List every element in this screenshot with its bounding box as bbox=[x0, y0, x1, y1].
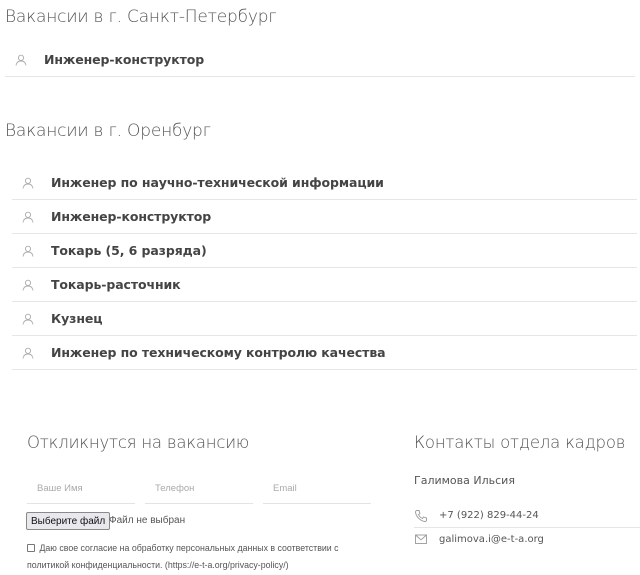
user-icon bbox=[15, 54, 27, 66]
vacancy-item[interactable]: Инженер-конструктор bbox=[12, 200, 637, 234]
section-title-orenburg: Вакансии в г. Оренбург bbox=[5, 121, 211, 141]
contact-email[interactable]: galimova.i@e-t-a.org bbox=[439, 534, 544, 545]
vacancy-label: Инженер по научно-технической информации bbox=[51, 175, 384, 190]
contact-phone[interactable]: +7 (922) 829-44-24 bbox=[439, 510, 539, 521]
vacancy-label: Инженер-конструктор bbox=[51, 209, 212, 224]
file-status: Файл не выбран bbox=[109, 515, 186, 526]
vacancy-item[interactable]: Инженер по техническому контролю качеств… bbox=[12, 336, 637, 370]
vacancy-label: Токарь-расточник bbox=[51, 277, 181, 292]
user-icon bbox=[22, 279, 34, 291]
vacancy-label: Токарь (5, 6 разряда) bbox=[51, 243, 207, 258]
consent-text: Даю свое согласие на обработку персональ… bbox=[27, 543, 339, 570]
phone-icon bbox=[414, 509, 427, 522]
vacancy-item[interactable]: Токарь-расточник bbox=[12, 268, 637, 302]
consent-checkbox[interactable] bbox=[27, 544, 35, 552]
vacancy-label: Инженер по техническому контролю качеств… bbox=[51, 345, 386, 360]
email-input[interactable] bbox=[263, 474, 371, 504]
vacancy-label: Кузнец bbox=[51, 311, 103, 326]
contact-phone-row: +7 (922) 829-44-24 bbox=[414, 504, 640, 528]
user-icon bbox=[22, 347, 34, 359]
name-input[interactable] bbox=[27, 474, 135, 504]
contact-name: Галимова Ильсия bbox=[414, 474, 515, 487]
choose-file-button[interactable]: Выберите файл bbox=[26, 512, 111, 530]
vacancy-item[interactable]: Инженер по научно-технической информации bbox=[12, 166, 637, 200]
contact-email-row: galimova.i@e-t-a.org bbox=[414, 527, 640, 551]
vacancy-list-orenburg: Инженер по научно-технической информации… bbox=[12, 166, 637, 370]
vacancy-label: Инженер-конструктор bbox=[44, 52, 205, 67]
vacancy-item[interactable]: Инженер-конструктор bbox=[5, 43, 635, 77]
section-title-spb: Вакансии в г. Санкт-Петербург bbox=[5, 7, 277, 27]
user-icon bbox=[22, 177, 34, 189]
user-icon bbox=[22, 313, 34, 325]
user-icon bbox=[22, 211, 34, 223]
vacancy-item[interactable]: Токарь (5, 6 разряда) bbox=[12, 234, 637, 268]
vacancy-list-spb: Инженер-конструктор bbox=[5, 43, 635, 77]
contacts-title: Контакты отдела кадров bbox=[414, 433, 626, 452]
form-title: Откликнутся на вакансию bbox=[27, 433, 250, 452]
vacancy-item[interactable]: Кузнец bbox=[12, 302, 637, 336]
user-icon bbox=[22, 245, 34, 257]
consent-row: Даю свое согласие на обработку персональ… bbox=[27, 540, 362, 574]
phone-input[interactable] bbox=[145, 474, 253, 504]
mail-icon bbox=[415, 534, 427, 544]
